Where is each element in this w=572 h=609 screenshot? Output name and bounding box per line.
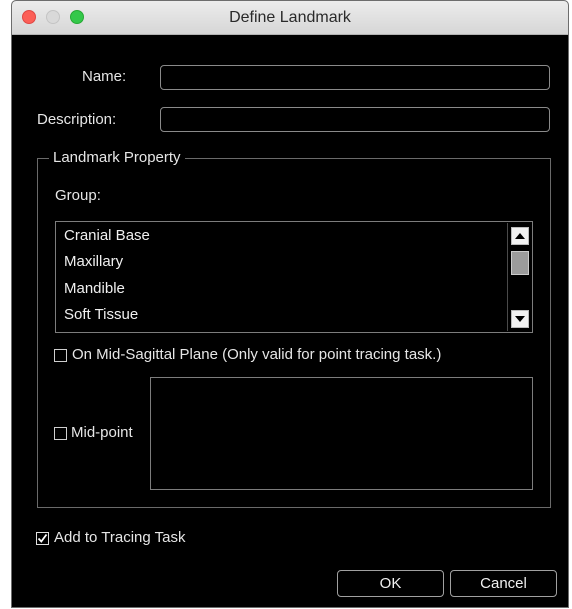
- mid-sagittal-label: On Mid-Sagittal Plane (Only valid for po…: [72, 346, 442, 363]
- add-to-tracing-label: Add to Tracing Task: [54, 529, 186, 546]
- scroll-down-button[interactable]: [511, 310, 529, 328]
- description-label: Description:: [37, 111, 117, 128]
- list-item-maxillary[interactable]: Maxillary: [64, 253, 123, 270]
- define-landmark-dialog: Define Landmark Name: Description: Landm…: [11, 0, 569, 608]
- mid-point-checkbox[interactable]: [54, 427, 67, 440]
- group-listbox[interactable]: Cranial Base Maxillary Mandible Soft Tis…: [55, 221, 533, 333]
- arrow-up-icon: [515, 233, 525, 239]
- scroll-thumb[interactable]: [511, 251, 529, 275]
- mid-sagittal-checkbox[interactable]: [54, 349, 67, 362]
- window-title: Define Landmark: [229, 9, 351, 26]
- name-input[interactable]: [160, 65, 550, 90]
- mid-point-selection-box[interactable]: [150, 377, 533, 490]
- group-scrollbar[interactable]: [507, 223, 532, 331]
- add-to-tracing-checkbox[interactable]: [36, 532, 49, 545]
- ok-button[interactable]: OK: [337, 570, 444, 597]
- description-input[interactable]: [160, 107, 550, 132]
- cancel-button[interactable]: Cancel: [450, 570, 557, 597]
- title-bar: Define Landmark: [12, 1, 568, 35]
- name-label: Name:: [82, 68, 127, 85]
- scroll-up-button[interactable]: [511, 227, 529, 245]
- arrow-down-icon: [515, 316, 525, 322]
- mid-point-label: Mid-point: [71, 424, 133, 441]
- group-label: Group:: [55, 187, 101, 204]
- list-item-mandible[interactable]: Mandible: [64, 280, 125, 297]
- checkmark-icon: [37, 533, 48, 543]
- list-item-cranial-base[interactable]: Cranial Base: [64, 227, 150, 244]
- list-item-soft-tissue[interactable]: Soft Tissue: [64, 306, 138, 323]
- landmark-property-legend: Landmark Property: [49, 149, 185, 166]
